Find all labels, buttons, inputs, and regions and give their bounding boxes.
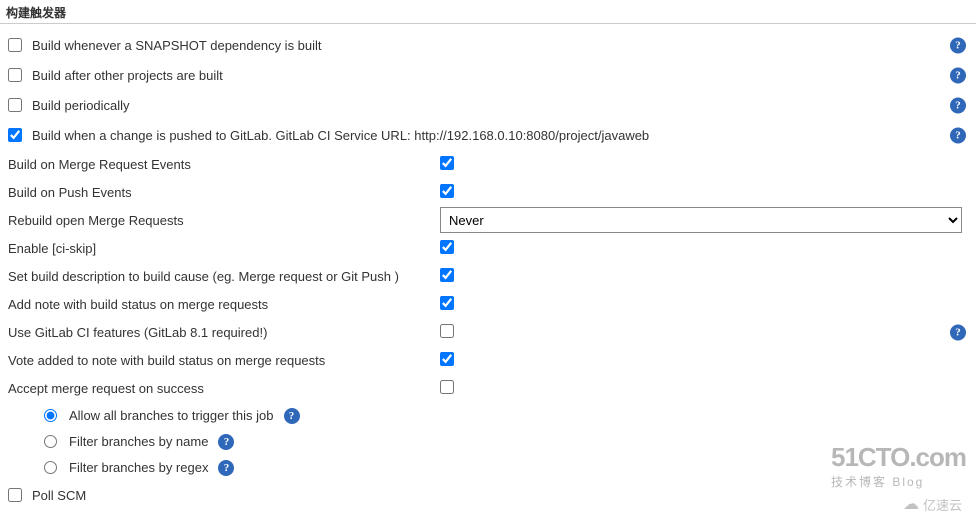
opt-ci-skip-label: Enable [ci-skip] <box>8 241 440 256</box>
trigger-poll-scm-checkbox[interactable] <box>8 488 22 502</box>
radio-allow-all[interactable] <box>44 409 57 422</box>
opt-push-events-checkbox[interactable] <box>440 184 454 198</box>
trigger-after-other-label: Build after other projects are built <box>32 68 223 83</box>
opt-ci-features-label: Use GitLab CI features (GitLab 8.1 requi… <box>8 325 440 340</box>
trigger-snapshot-label: Build whenever a SNAPSHOT dependency is … <box>32 38 322 53</box>
opt-accept-mr-label: Accept merge request on success <box>8 381 440 396</box>
opt-set-desc-checkbox[interactable] <box>440 268 454 282</box>
trigger-snapshot-checkbox[interactable] <box>8 38 22 52</box>
opt-vote-note-checkbox[interactable] <box>440 352 454 366</box>
radio-by-regex[interactable] <box>44 461 57 474</box>
help-icon[interactable]: ? <box>218 434 234 450</box>
help-icon[interactable]: ? <box>950 38 966 54</box>
radio-by-name[interactable] <box>44 435 57 448</box>
opt-push-events-label: Build on Push Events <box>8 185 440 200</box>
help-icon[interactable]: ? <box>950 98 966 114</box>
opt-set-desc-label: Set build description to build cause (eg… <box>8 269 440 284</box>
opt-merge-events-checkbox[interactable] <box>440 156 454 170</box>
radio-by-name-label: Filter branches by name <box>69 434 208 449</box>
help-icon[interactable]: ? <box>950 325 966 341</box>
help-icon[interactable]: ? <box>950 68 966 84</box>
opt-add-note-checkbox[interactable] <box>440 296 454 310</box>
trigger-periodically-checkbox[interactable] <box>8 98 22 112</box>
opt-ci-features-checkbox[interactable] <box>440 324 454 338</box>
trigger-gitlab-push-checkbox[interactable] <box>8 128 22 142</box>
opt-merge-events-label: Build on Merge Request Events <box>8 157 440 172</box>
opt-vote-note-label: Vote added to note with build status on … <box>8 353 440 368</box>
trigger-periodically-label: Build periodically <box>32 98 130 113</box>
help-icon[interactable]: ? <box>950 128 966 144</box>
trigger-gitlab-push-label: Build when a change is pushed to GitLab.… <box>32 128 649 143</box>
opt-accept-mr-checkbox[interactable] <box>440 380 454 394</box>
opt-rebuild-mr-select[interactable]: Never <box>440 207 962 233</box>
radio-allow-all-label: Allow all branches to trigger this job <box>69 408 274 423</box>
help-icon[interactable]: ? <box>218 460 234 476</box>
opt-ci-skip-checkbox[interactable] <box>440 240 454 254</box>
trigger-poll-scm-label: Poll SCM <box>32 488 86 503</box>
help-icon[interactable]: ? <box>284 408 300 424</box>
trigger-after-other-checkbox[interactable] <box>8 68 22 82</box>
section-title: 构建触发器 <box>0 0 976 24</box>
opt-add-note-label: Add note with build status on merge requ… <box>8 297 440 312</box>
opt-rebuild-mr-label: Rebuild open Merge Requests <box>8 213 440 228</box>
radio-by-regex-label: Filter branches by regex <box>69 460 208 475</box>
